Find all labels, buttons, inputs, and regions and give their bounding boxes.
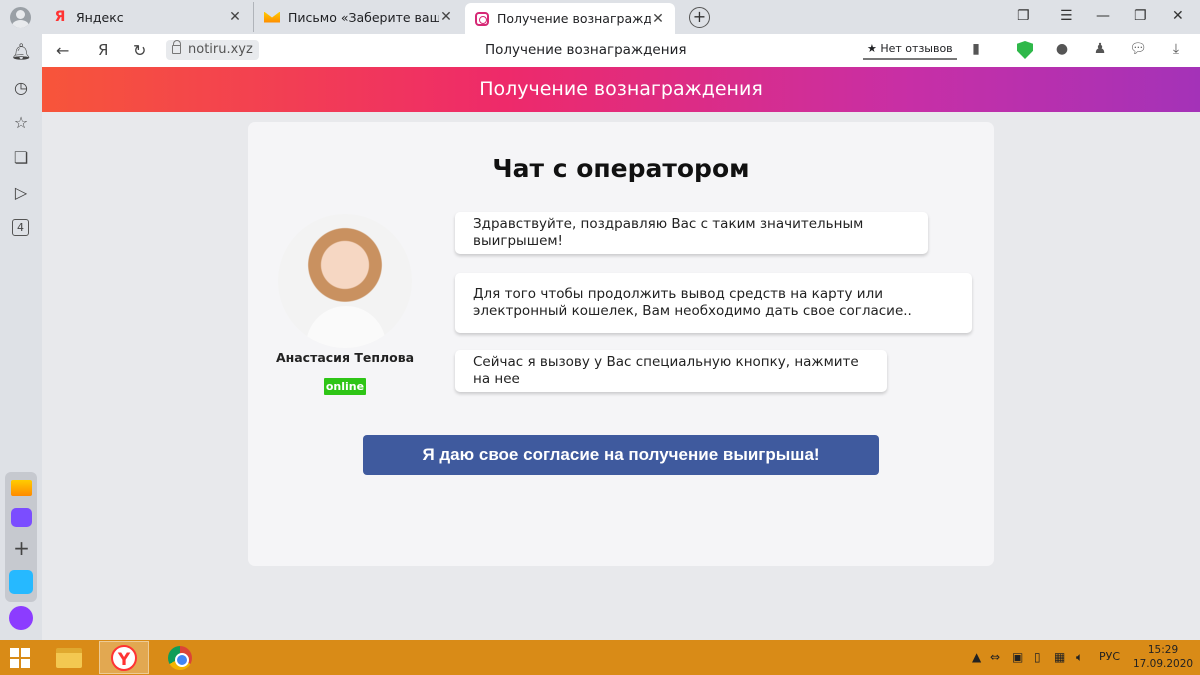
close-icon[interactable]: ✕ [228, 9, 242, 25]
tab-label: Яндекс [76, 9, 124, 25]
page-content: Получение вознаграждения Чат с операторо… [42, 67, 1200, 640]
counter-badge-icon[interactable]: 4 [12, 219, 29, 236]
tab-label: Письмо «Заберите ваш приз» [288, 9, 439, 25]
yandex-icon: Я [54, 9, 66, 25]
star-icon[interactable]: ☆ [11, 113, 31, 133]
address-page-title: Получение вознаграждения [485, 42, 687, 58]
reload-icon[interactable]: ↻ [133, 41, 146, 60]
instagram-icon [475, 11, 489, 26]
send-app-icon[interactable] [9, 570, 33, 594]
taskbar-yandex-browser[interactable]: Y [99, 641, 149, 674]
page-banner: Получение вознаграждения [42, 67, 1200, 112]
alice-assistant-icon[interactable] [9, 606, 33, 630]
tab-mail[interactable]: Письмо «Заберите ваш приз» ✕ [253, 2, 463, 32]
tab-yandex[interactable]: Я Яндекс ✕ [42, 2, 252, 32]
download-icon[interactable]: ⤓ [1166, 41, 1186, 61]
restore-icon[interactable]: ❐ [1134, 8, 1147, 24]
url-text: notiru.xyz [188, 42, 253, 57]
browser-sidebar: 🔔︎ ◷ ☆ ❏ ▷ 4 + [0, 34, 42, 640]
folder-icon [56, 647, 82, 668]
address-bar: ← Я ↻ notiru.xyz Получение вознаграждени… [42, 34, 1200, 67]
close-icon[interactable]: ✕ [651, 11, 665, 27]
tray-app-icon[interactable]: ▣ [1012, 650, 1023, 664]
consent-button[interactable]: Я даю свое согласие на получение выигрыш… [363, 435, 879, 475]
clock-time: 15:29 [1147, 644, 1179, 656]
chat-card: Чат с оператором Анастасия Теплова onlin… [248, 122, 994, 566]
menu-icon[interactable]: ☰ [1060, 8, 1073, 24]
close-icon[interactable]: ✕ [439, 9, 453, 25]
operator-name: Анастасия Теплова [275, 350, 415, 365]
tab-strip: Я Яндекс ✕ Письмо «Заберите ваш приз» ✕ … [0, 0, 1200, 34]
yandex-logo-icon[interactable]: Я [98, 41, 108, 59]
status-badge: online [324, 378, 366, 395]
extension-figure-icon[interactable]: ♟ [1090, 41, 1110, 61]
taskbar-chrome[interactable] [155, 641, 205, 674]
bell-icon[interactable]: 🔔︎ [11, 42, 31, 62]
protect-shield-icon[interactable] [1017, 41, 1033, 59]
chat-extension-icon[interactable]: 💬︎ [1128, 41, 1148, 61]
chrome-icon [168, 645, 192, 670]
add-app-icon[interactable]: + [11, 536, 32, 560]
profile-avatar-icon[interactable] [10, 7, 31, 28]
teamviewer-icon[interactable]: ⇔ [990, 650, 1000, 664]
messenger-icon[interactable] [11, 508, 32, 527]
tab-manager-icon[interactable]: ❐ [1017, 8, 1030, 24]
yandex-mail-icon[interactable] [11, 480, 32, 496]
language-indicator[interactable]: РУС [1099, 650, 1120, 663]
tab-reward-active[interactable]: Получение вознаграждения ✕ [465, 3, 675, 34]
mail-icon [264, 11, 280, 23]
battery-icon[interactable]: ▯ [1034, 650, 1041, 664]
volume-icon[interactable]: 🔈︎ [1076, 650, 1083, 665]
chat-message: Для того чтобы продолжить вывод средств … [455, 273, 972, 333]
lock-icon [172, 40, 181, 54]
operator-avatar [278, 214, 412, 348]
tray-expand-icon[interactable]: ▲ [972, 650, 981, 664]
new-tab-button[interactable]: + [689, 7, 710, 28]
clock-date: 17.09.2020 [1132, 658, 1194, 670]
chat-message: Сейчас я вызову у Вас специальную кнопку… [455, 350, 887, 392]
extension-balls-icon[interactable]: ● [1052, 41, 1072, 61]
windows-taskbar: Y ▲ ⇔ ▣ ▯ ▦ 🔈︎ РУС 15:29 17.09.2020 [0, 640, 1200, 675]
url-field[interactable]: notiru.xyz [166, 40, 259, 60]
tab-label: Получение вознаграждения [497, 11, 651, 26]
clock[interactable]: 15:29 17.09.2020 [1132, 643, 1194, 671]
taskbar-explorer[interactable] [44, 641, 94, 674]
bookmark-icon[interactable]: ▮ [966, 41, 986, 61]
play-icon[interactable]: ▷ [11, 183, 31, 203]
back-arrow-icon[interactable]: ← [56, 41, 69, 60]
yandex-browser-icon: Y [111, 644, 137, 671]
reviews-button[interactable]: ★ Нет отзывов [863, 38, 957, 60]
chat-message: Здравствуйте, поздравляю Вас с таким зна… [455, 212, 928, 254]
windows-start-icon[interactable] [10, 648, 30, 668]
minimize-icon[interactable]: — [1096, 8, 1110, 24]
close-window-icon[interactable]: ✕ [1172, 8, 1184, 24]
collections-icon[interactable]: ❏ [11, 148, 31, 168]
network-icon[interactable]: ▦ [1054, 650, 1065, 664]
history-clock-icon[interactable]: ◷ [11, 78, 31, 98]
chat-title: Чат с оператором [492, 154, 750, 183]
